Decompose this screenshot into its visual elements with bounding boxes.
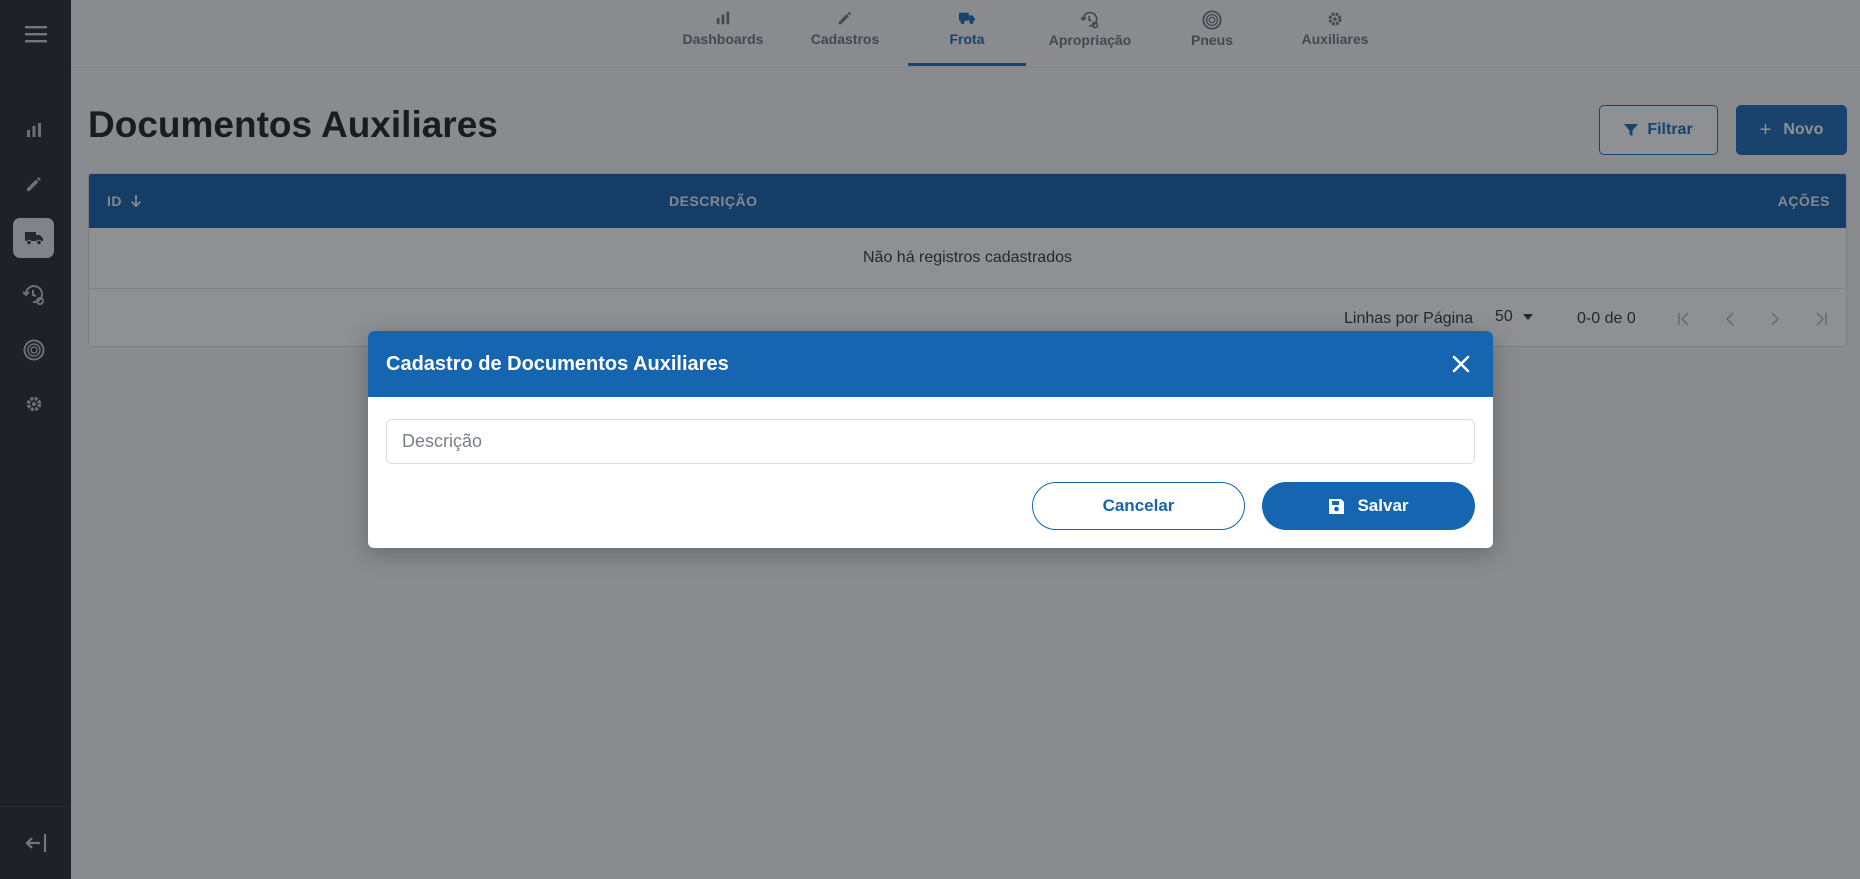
- close-icon: [1452, 355, 1470, 373]
- dialog-header: Cadastro de Documentos Auxiliares: [368, 331, 1493, 397]
- dialog-title: Cadastro de Documentos Auxiliares: [386, 353, 729, 375]
- close-button[interactable]: [1447, 350, 1475, 378]
- cancel-button[interactable]: Cancelar: [1032, 482, 1245, 530]
- floppy-disk-icon: [1329, 498, 1345, 514]
- cancel-button-label: Cancelar: [1102, 496, 1175, 515]
- description-input[interactable]: [386, 419, 1475, 464]
- save-button-label: Salvar: [1357, 496, 1409, 515]
- register-dialog: Cadastro de Documentos Auxiliares Cancel…: [368, 331, 1493, 548]
- save-button[interactable]: Salvar: [1262, 482, 1475, 530]
